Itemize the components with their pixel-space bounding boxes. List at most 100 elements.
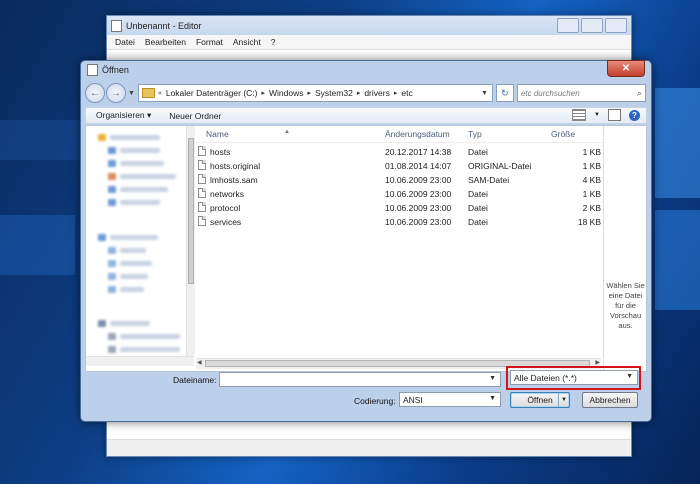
forward-button[interactable]: →	[106, 83, 126, 103]
nav-item[interactable]	[120, 200, 160, 205]
open-dialog: Öffnen ✕ ← → ▼ « Lokaler Datenträger (C:…	[80, 60, 652, 422]
column-name[interactable]: Name	[206, 129, 229, 139]
file-row[interactable]: networks 10.06.2009 23:00 Datei 1 KB	[196, 187, 603, 201]
chevron-right-icon[interactable]: ▸	[357, 89, 361, 97]
new-folder-button[interactable]: Neuer Ordner	[169, 111, 221, 121]
nav-item-icon	[108, 286, 116, 293]
close-button[interactable]	[605, 18, 627, 33]
file-date: 10.06.2009 23:00	[385, 189, 452, 199]
preview-pane-icon[interactable]	[608, 109, 621, 121]
menu-datei[interactable]: Datei	[115, 37, 135, 47]
chevron-right-icon[interactable]: ▸	[394, 89, 398, 97]
chevron-double-left-icon[interactable]: «	[158, 90, 162, 97]
open-options-dropdown[interactable]: ▼	[558, 393, 569, 407]
view-dropdown-arrow[interactable]: ▼	[594, 112, 600, 118]
file-icon	[198, 160, 206, 170]
chevron-down-icon[interactable]: ▼	[489, 375, 496, 382]
chevron-down-icon[interactable]: ▼	[489, 395, 496, 402]
breadcrumb-etc[interactable]: etc	[401, 88, 412, 98]
column-type[interactable]: Typ	[468, 129, 482, 139]
address-bar[interactable]: « Lokaler Datenträger (C:) ▸ Windows ▸ S…	[137, 84, 493, 102]
arrow-right-icon: →	[111, 87, 121, 99]
organize-button[interactable]: Organisieren ▾	[96, 110, 151, 121]
nav-item[interactable]	[120, 248, 146, 253]
preview-line: Vorschau	[609, 311, 642, 320]
minimize-button[interactable]	[557, 18, 579, 33]
chevron-right-icon[interactable]: ▸	[262, 89, 266, 97]
nav-item[interactable]	[110, 321, 150, 326]
notepad-menubar: Datei Bearbeiten Format Ansicht ?	[107, 35, 631, 50]
nav-item[interactable]	[110, 235, 158, 240]
navigation-scrollbar[interactable]	[186, 126, 195, 356]
desktop-light-beam	[0, 215, 75, 275]
breadcrumb-system32[interactable]: System32	[315, 88, 353, 98]
nav-item[interactable]	[120, 287, 144, 292]
encoding-value: ANSI	[403, 394, 423, 405]
scrollbar-thumb[interactable]	[188, 138, 194, 284]
breadcrumb-drivers[interactable]: drivers	[364, 88, 390, 98]
file-row[interactable]: hosts 20.12.2017 14:38 Datei 1 KB	[196, 145, 603, 159]
file-row[interactable]: hosts.original 01.08.2014 14:07 ORIGINAL…	[196, 159, 603, 173]
search-icon: ⌕	[636, 87, 642, 98]
file-row[interactable]: protocol 10.06.2009 23:00 Datei 2 KB	[196, 201, 603, 215]
file-icon	[198, 174, 206, 184]
view-options-icon[interactable]	[572, 109, 587, 121]
menu-ansicht[interactable]: Ansicht	[233, 37, 261, 47]
nav-item[interactable]	[120, 161, 164, 166]
breadcrumb-windows[interactable]: Windows	[269, 88, 303, 98]
search-input[interactable]: etc durchsuchen ⌕	[516, 84, 646, 102]
nav-item[interactable]	[120, 148, 160, 153]
nav-item[interactable]	[120, 274, 148, 279]
address-dropdown-arrow[interactable]: ▼	[481, 90, 488, 97]
nav-item[interactable]	[120, 187, 168, 192]
navigation-pane[interactable]	[86, 126, 186, 356]
filename-input[interactable]: ▼	[219, 372, 501, 387]
file-date: 01.08.2014 14:07	[385, 161, 452, 171]
encoding-select[interactable]: ANSI ▼	[399, 392, 501, 407]
scroll-right-icon[interactable]: ▶	[595, 359, 600, 366]
nav-item-icon	[108, 333, 116, 340]
nav-item-icon	[108, 173, 116, 180]
cancel-button[interactable]: Abbrechen	[582, 392, 638, 408]
recent-locations-dropdown[interactable]: ▼	[128, 90, 135, 97]
file-row[interactable]: lmhosts.sam 10.06.2009 23:00 SAM-Datei 4…	[196, 173, 603, 187]
help-icon[interactable]: ?	[629, 109, 640, 121]
dialog-titlebar[interactable]: Öffnen ✕	[81, 60, 651, 79]
desktop-light-beam	[655, 210, 700, 310]
notepad-caption-buttons	[557, 18, 627, 33]
back-button[interactable]: ←	[85, 83, 105, 103]
file-name: hosts.original	[210, 161, 261, 171]
file-date: 10.06.2009 23:00	[385, 203, 452, 213]
dialog-close-button[interactable]: ✕	[607, 60, 645, 77]
nav-item[interactable]	[120, 347, 180, 352]
file-date: 20.12.2017 14:38	[385, 147, 452, 157]
highlight-box	[506, 366, 641, 390]
navigation-horizontal-scrollbar[interactable]	[86, 356, 194, 366]
column-date[interactable]: Änderungsdatum	[385, 129, 450, 139]
filename-label: Dateiname:	[173, 375, 217, 385]
breadcrumb-drive[interactable]: Lokaler Datenträger (C:)	[166, 88, 258, 98]
notepad-titlebar[interactable]: Unbenannt - Editor	[107, 16, 631, 35]
file-icon	[198, 202, 206, 212]
nav-item[interactable]	[120, 261, 152, 266]
nav-item[interactable]	[120, 174, 176, 179]
menu-help[interactable]: ?	[271, 37, 276, 47]
maximize-button[interactable]	[581, 18, 603, 33]
dialog-content: ▲ Name Änderungsdatum Typ Größe hosts 20…	[85, 125, 647, 372]
address-row: ← → ▼ « Lokaler Datenträger (C:) ▸ Windo…	[85, 81, 647, 105]
nav-item[interactable]	[120, 334, 180, 339]
file-row[interactable]: services 10.06.2009 23:00 Datei 18 KB	[196, 215, 603, 229]
column-size[interactable]: Größe	[551, 129, 575, 139]
nav-item[interactable]	[110, 135, 160, 140]
notepad-horizontal-scrollbar[interactable]	[107, 439, 631, 456]
nav-item-icon	[108, 260, 116, 267]
open-button[interactable]: Öffnen ▼	[510, 392, 570, 408]
chevron-right-icon[interactable]: ▸	[308, 89, 312, 97]
encoding-label: Codierung:	[354, 396, 396, 406]
preview-pane: Wählen Sie eine Datei für die Vorschau a…	[603, 126, 647, 371]
column-header-row: ▲ Name Änderungsdatum Typ Größe	[196, 126, 603, 143]
menu-bearbeiten[interactable]: Bearbeiten	[145, 37, 186, 47]
scroll-left-icon[interactable]: ◀	[197, 359, 202, 366]
refresh-button[interactable]: ↻	[495, 84, 514, 102]
menu-format[interactable]: Format	[196, 37, 223, 47]
